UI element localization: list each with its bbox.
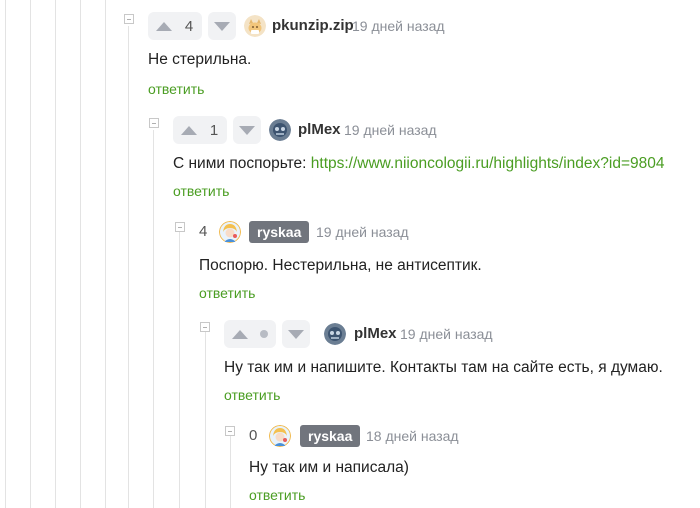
comment-header: 4 pkunzip.zip 19 дней назад xyxy=(148,12,688,40)
username[interactable]: ryskaa xyxy=(249,221,310,243)
collapse-button[interactable] xyxy=(175,222,185,232)
comment-score: 1 xyxy=(209,121,219,139)
vote-pill: 1 xyxy=(173,116,227,144)
reply-link[interactable]: ответить xyxy=(148,81,204,97)
downvote-button[interactable] xyxy=(233,116,261,144)
reply-link[interactable]: ответить xyxy=(224,387,280,403)
upvote-button[interactable] xyxy=(181,122,197,138)
downvote-button[interactable] xyxy=(208,12,236,40)
reply-link[interactable]: ответить xyxy=(199,285,255,301)
comment-text: Ну так им и написала) xyxy=(249,459,409,476)
collapse-button[interactable] xyxy=(200,322,210,332)
girl-avatar-icon[interactable] xyxy=(219,221,241,243)
vote-pill: 4 xyxy=(148,12,202,40)
upvote-button[interactable] xyxy=(156,18,172,34)
collapse-button[interactable] xyxy=(225,426,235,436)
comment-timestamp: 18 дней назад xyxy=(366,428,459,444)
blue-avatar-icon[interactable] xyxy=(269,119,291,141)
thread-line xyxy=(230,436,231,508)
username[interactable]: ryskaa xyxy=(300,425,361,447)
vote-pill xyxy=(224,320,276,348)
comment-timestamp: 19 дней назад xyxy=(400,326,493,342)
comment-text-prefix: С ними поспорьте: xyxy=(173,155,311,172)
comment: plMex 19 дней назад Ну так им и напишите… xyxy=(224,320,700,410)
arrow-up-icon xyxy=(181,125,197,135)
comment-score: 4 xyxy=(184,17,194,35)
thread-line xyxy=(179,232,180,508)
arrow-down-icon xyxy=(288,329,304,339)
comment-score: 0 xyxy=(249,427,258,444)
comment: 0 ryskaa 18 дней назад Ну так им и напис… xyxy=(249,422,699,508)
comment-header: 1 plMex 19 дней назад xyxy=(173,116,698,144)
cat-avatar-icon[interactable] xyxy=(244,15,266,37)
thread-line xyxy=(5,0,6,508)
vote-controls: 4 xyxy=(148,12,236,40)
comment-header: 4 ryskaa 19 дней назад xyxy=(199,218,699,246)
comment-timestamp: 19 дней назад xyxy=(352,18,445,34)
comment-text: Поспорю. Нестерильна, не антисептик. xyxy=(199,257,482,274)
upvote-button[interactable] xyxy=(232,326,248,342)
arrow-up-icon xyxy=(156,21,172,31)
comment-timestamp: 19 дней назад xyxy=(344,122,437,138)
reply-link[interactable]: ответить xyxy=(173,183,229,199)
blue-avatar-icon[interactable] xyxy=(324,323,346,345)
comment-text: С ними поспорьте: https://www.niioncolog… xyxy=(173,155,664,173)
thread-line xyxy=(80,0,81,508)
reply-link[interactable]: ответить xyxy=(249,487,305,503)
vote-controls: 1 xyxy=(173,116,261,144)
collapse-button[interactable] xyxy=(149,118,159,128)
arrow-down-icon xyxy=(239,125,255,135)
comment: 1 plMex 19 дней назад С ними поспорьте: … xyxy=(173,116,698,206)
score-hidden-dot xyxy=(260,330,268,338)
comment: 4 pkunzip.zip 19 дней назад Не стерильна… xyxy=(148,12,688,102)
comment-score: 4 xyxy=(199,223,208,240)
username[interactable]: plMex xyxy=(354,320,397,348)
arrow-down-icon xyxy=(214,21,230,31)
thread-line xyxy=(205,332,206,508)
thread-line xyxy=(153,130,154,508)
comment-header: 0 ryskaa 18 дней назад xyxy=(249,422,699,450)
comment-timestamp: 19 дней назад xyxy=(316,224,409,240)
vote-controls xyxy=(224,320,310,348)
external-link[interactable]: https://www.niioncologii.ru/highlights/i… xyxy=(311,155,665,172)
username[interactable]: pkunzip.zip xyxy=(272,12,354,40)
username[interactable]: plMex xyxy=(298,116,341,144)
girl-avatar-icon[interactable] xyxy=(269,425,291,447)
comment-header: plMex 19 дней назад xyxy=(224,320,700,348)
thread-line xyxy=(30,0,31,508)
comment-text: Ну так им и напишите. Контакты там на са… xyxy=(224,359,663,376)
thread-line xyxy=(105,0,106,508)
arrow-up-icon xyxy=(232,329,248,339)
comment: 4 ryskaa 19 дней назад Поспорю. Нестерил… xyxy=(199,218,699,308)
comment-text: Не стерильна. xyxy=(148,51,252,68)
downvote-button[interactable] xyxy=(282,320,310,348)
thread-line xyxy=(128,26,129,508)
collapse-button[interactable] xyxy=(124,14,134,24)
thread-line xyxy=(55,0,56,508)
